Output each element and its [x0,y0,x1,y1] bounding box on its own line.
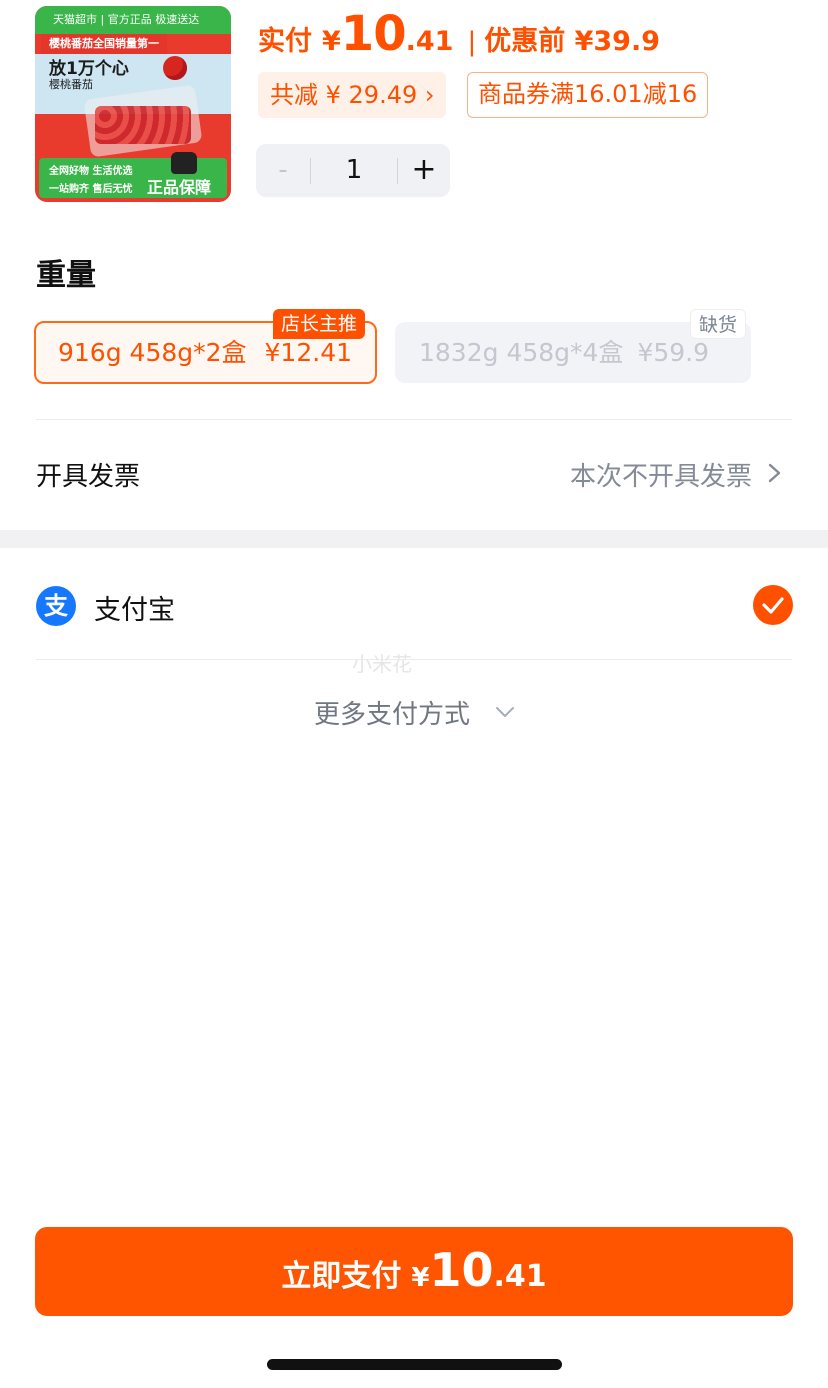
quantity-value[interactable]: 1 [311,144,397,197]
quantity-stepper: - 1 + [256,144,450,197]
alipay-label: 支付宝 [94,595,175,626]
alipay-icon: 支 [36,586,76,626]
tomato-icon [163,56,187,80]
product-image-footer-line1: 全网好物 生活优选 [49,166,133,177]
more-payment-label: 更多支付方式 [314,700,471,730]
weight-option-spec: 1832g 458g*4盒 [419,338,624,367]
pay-now-amount-decimal: .41 [493,1259,547,1294]
product-image-guarantee: 正品保障 [147,178,212,197]
pay-now-amount-integer: 10 [429,1243,494,1297]
total-discount-tag[interactable]: 共减 ¥ 29.49 › [258,72,447,118]
check-icon [753,585,793,625]
pay-label: 实付 [258,26,312,57]
price-currency: ¥ [322,26,341,57]
increment-button[interactable]: + [398,144,450,197]
price-row: 实付 ¥ 10 .41 | 优惠前 ¥39.9 [258,6,660,68]
weight-option-price: ¥12.41 [264,338,353,367]
product-image: 天猫超市 | 官方正品 极速送达 樱桃番茄全国销量第一 放1万个心 樱桃番茄 全… [35,6,231,202]
coupon-tag[interactable]: 商品券满16.01减16 [467,72,709,118]
price-decimal: .41 [405,26,454,57]
cherry-tomatoes-graphic [95,106,191,144]
decrement-button[interactable]: - [256,144,310,197]
invoice-value: 本次不开具发票 [569,462,752,492]
recommended-badge: 店长主推 [273,309,366,339]
divider [36,659,792,660]
order-summary-panel: 天猫超市 | 官方正品 极速送达 樱桃番茄全国销量第一 放1万个心 樱桃番茄 全… [0,0,828,530]
weight-option-price: ¥59.9 [637,338,710,367]
pay-now-label: 立即支付 [281,1259,402,1294]
divider [36,419,792,420]
product-image-top-bar: 天猫超市 | 官方正品 极速送达 [35,6,231,34]
pay-now-currency: ¥ [411,1263,430,1293]
total-discount-text: 共减 ¥ 29.49 [270,81,418,109]
price-integer: 10 [340,6,407,62]
weight-section-title: 重量 [36,258,96,293]
out-of-stock-badge: 缺货 [690,309,747,339]
chevron-right-icon [768,463,781,483]
tmall-cat-icon [171,152,197,174]
home-indicator[interactable] [267,1359,562,1370]
price-before-discount: 优惠前 ¥39.9 [484,26,661,57]
weight-option-spec: 916g 458g*2盒 [58,338,247,367]
invoice-label: 开具发票 [36,462,141,492]
watermark: 小米花 [352,652,412,676]
chevron-right-icon: › [424,81,435,109]
chevron-down-icon [496,707,514,717]
pay-now-button[interactable]: 立即支付 ¥ 10 .41 [35,1227,793,1316]
section-separator [0,530,828,548]
price-separator: | [467,27,477,57]
product-image-footer-line2: 一站购齐 售后无忧 [49,184,133,195]
product-image-subline: 樱桃番茄 [49,78,93,91]
product-image-badge: 樱桃番茄全国销量第一 [41,34,167,54]
